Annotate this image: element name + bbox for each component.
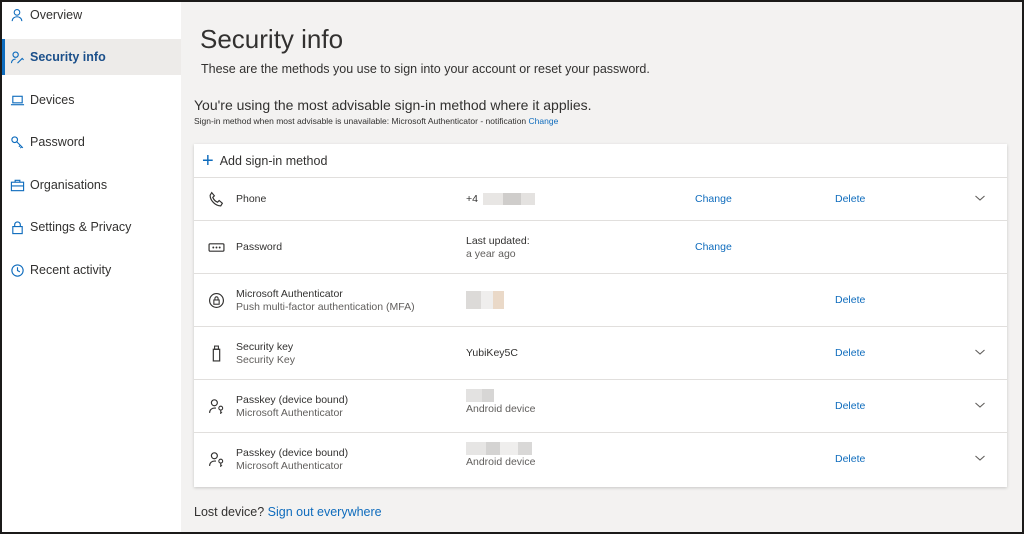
last-updated-value: a year ago: [466, 248, 516, 260]
redacted-block: [502, 193, 521, 206]
chevron-down-icon[interactable]: [974, 192, 986, 204]
sidebar-item-password[interactable]: Password: [2, 124, 181, 160]
add-method-label: Add sign-in method: [219, 153, 328, 168]
passkey-icon: [207, 450, 225, 468]
advisable-note: Sign-in method when most advisable is un…: [194, 116, 558, 126]
method-title: Passkey (device bound): [236, 447, 349, 459]
methods-card: + Add sign-in method Phone +4 Change Del…: [194, 144, 1007, 487]
sidebar-item-recent-activity[interactable]: Recent activity: [2, 252, 181, 288]
sidebar-item-devices[interactable]: Devices: [2, 82, 181, 118]
redacted-block: [518, 442, 532, 455]
redacted-block: [481, 291, 493, 309]
method-subtitle: Push multi-factor authentication (MFA): [236, 301, 415, 313]
method-name: Passkey (device bound) Microsoft Authent…: [236, 447, 348, 473]
sidebar-item-organisations[interactable]: Organisations: [2, 167, 181, 203]
sidebar-item-security-info[interactable]: Security info: [2, 39, 181, 75]
security-key-delete-link[interactable]: Delete: [835, 347, 865, 359]
passkey-delete-link[interactable]: Delete: [835, 400, 865, 412]
redacted-device-name: [466, 442, 535, 456]
key-icon: [9, 134, 25, 150]
password-dots-icon: [207, 238, 225, 256]
method-subtitle: Microsoft Authenticator: [236, 407, 343, 419]
method-detail: Last updated: a year ago: [466, 235, 530, 261]
method-name: Phone: [236, 193, 267, 205]
method-detail: [466, 291, 504, 309]
redacted-block: [466, 442, 486, 455]
authenticator-delete-link[interactable]: Delete: [835, 294, 865, 306]
method-detail: +4: [466, 193, 535, 206]
advisable-heading: You're using the most advisable sign-in …: [194, 97, 592, 113]
sidebar-item-label: Security info: [30, 50, 106, 64]
method-row-passkey: Passkey (device bound) Microsoft Authent…: [194, 433, 1007, 487]
method-row-phone: Phone +4 Change Delete: [194, 178, 1007, 221]
method-name: Password: [236, 241, 283, 253]
sidebar: Overview Security info Devices Password …: [2, 2, 181, 532]
add-sign-in-method-button[interactable]: + Add sign-in method: [194, 144, 1007, 178]
advisable-note-text: Sign-in method when most advisable is un…: [194, 116, 527, 126]
method-row-security-key: Security key Security Key YubiKey5C Dele…: [194, 327, 1007, 380]
app-window: Overview Security info Devices Password …: [0, 0, 1024, 534]
redacted-block: [482, 389, 494, 402]
person-key-icon: [9, 49, 25, 65]
passkey-delete-link[interactable]: Delete: [835, 453, 865, 465]
redacted-device-name: [466, 389, 535, 403]
sidebar-item-label: Overview: [30, 8, 83, 22]
sidebar-item-overview[interactable]: Overview: [2, 2, 181, 33]
person-icon: [9, 7, 25, 23]
sidebar-item-label: Password: [30, 135, 85, 149]
password-change-link[interactable]: Change: [695, 241, 732, 253]
chevron-down-icon[interactable]: [974, 399, 986, 411]
redacted-block: [466, 291, 481, 309]
redacted-block: [493, 291, 504, 309]
redacted-block: [486, 442, 500, 455]
method-subtitle: Security Key: [236, 354, 295, 366]
usb-key-icon: [207, 344, 225, 362]
method-subtitle: Microsoft Authenticator: [236, 460, 343, 472]
sidebar-item-label: Settings & Privacy: [30, 220, 132, 234]
sidebar-item-label: Devices: [30, 93, 75, 107]
device-type: Android device: [466, 403, 536, 415]
device-type: Android device: [466, 456, 536, 468]
sidebar-item-settings-privacy[interactable]: Settings & Privacy: [2, 209, 181, 245]
sidebar-item-label: Organisations: [30, 178, 108, 192]
laptop-icon: [9, 92, 25, 108]
redacted-block: [500, 442, 518, 455]
method-name: Passkey (device bound) Microsoft Authent…: [236, 394, 348, 420]
redacted-block: [466, 389, 482, 402]
main-content: Security info These are the methods you …: [181, 2, 1022, 532]
phone-number: +4: [466, 193, 478, 205]
lost-device-label: Lost device?: [194, 505, 265, 519]
plus-icon: +: [202, 149, 214, 172]
briefcase-icon: [9, 177, 25, 193]
sign-out-everywhere-link[interactable]: Sign out everywhere: [268, 505, 382, 519]
method-title: Passkey (device bound): [236, 394, 349, 406]
lost-device-prompt: Lost device? Sign out everywhere: [194, 505, 382, 519]
chevron-down-icon[interactable]: [974, 346, 986, 358]
chevron-down-icon[interactable]: [974, 452, 986, 464]
redacted-block: [520, 193, 535, 206]
redacted-block: [482, 193, 503, 206]
method-detail: Android device: [466, 389, 535, 416]
phone-icon: [207, 190, 225, 208]
security-key-model: YubiKey5C: [466, 347, 518, 359]
method-title: Microsoft Authenticator: [236, 288, 343, 300]
method-detail: Android device: [466, 442, 535, 469]
method-row-password: Password Last updated: a year ago Change: [194, 221, 1007, 274]
sidebar-item-label: Recent activity: [30, 263, 112, 277]
method-name: Security key Security Key: [236, 341, 295, 367]
lock-icon: [9, 219, 25, 235]
authenticator-lock-icon: [207, 291, 225, 309]
method-row-authenticator: Microsoft Authenticator Push multi-facto…: [194, 274, 1007, 327]
default-method-change-link[interactable]: Change: [529, 116, 559, 126]
last-updated-label: Last updated:: [466, 235, 530, 247]
method-name: Microsoft Authenticator Push multi-facto…: [236, 288, 415, 314]
history-icon: [9, 262, 25, 278]
page-subtitle: These are the methods you use to sign in…: [201, 62, 650, 76]
method-title: Security key: [236, 341, 294, 353]
phone-delete-link[interactable]: Delete: [835, 193, 865, 205]
method-row-passkey: Passkey (device bound) Microsoft Authent…: [194, 380, 1007, 433]
passkey-icon: [207, 397, 225, 415]
page-title: Security info: [200, 24, 344, 54]
phone-change-link[interactable]: Change: [695, 193, 732, 205]
